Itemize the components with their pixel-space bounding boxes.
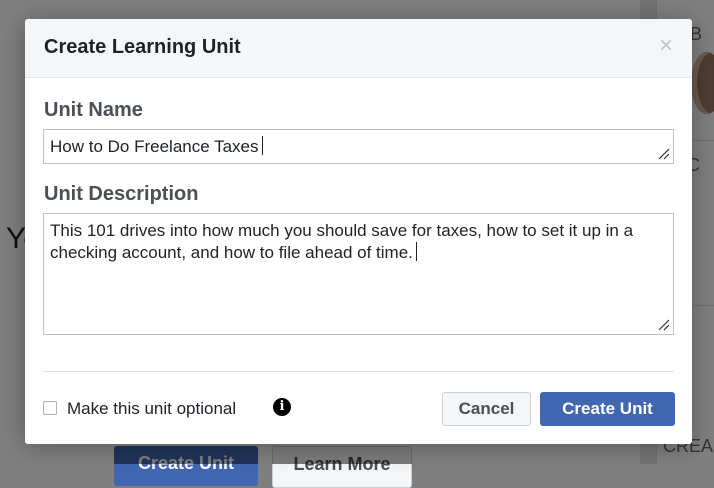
unit-name-input[interactable]: How to Do Freelance Taxes (43, 129, 674, 164)
text-cursor (415, 242, 417, 261)
unit-name-value: How to Do Freelance Taxes (50, 137, 259, 156)
info-icon[interactable]: i (273, 398, 291, 416)
footer-divider (43, 371, 674, 372)
resize-handle-icon[interactable] (658, 319, 670, 331)
optional-checkbox-label[interactable]: Make this unit optional (67, 399, 236, 419)
create-unit-button[interactable]: Create Unit (540, 392, 675, 426)
unit-description-value: This 101 drives into how much you should… (50, 221, 634, 262)
unit-name-label: Unit Name (44, 99, 143, 121)
text-cursor (261, 136, 263, 155)
create-learning-unit-dialog: Create Learning Unit × Unit Name How to … (25, 19, 692, 444)
unit-description-label: Unit Description (44, 183, 199, 205)
resize-handle-icon[interactable] (658, 148, 670, 160)
modal-header: Create Learning Unit × (25, 19, 692, 78)
modal-title: Create Learning Unit (44, 36, 241, 58)
unit-description-textarea[interactable]: This 101 drives into how much you should… (43, 213, 674, 335)
cancel-button[interactable]: Cancel (442, 392, 531, 426)
optional-checkbox[interactable] (43, 401, 57, 415)
close-icon[interactable]: × (657, 34, 675, 58)
